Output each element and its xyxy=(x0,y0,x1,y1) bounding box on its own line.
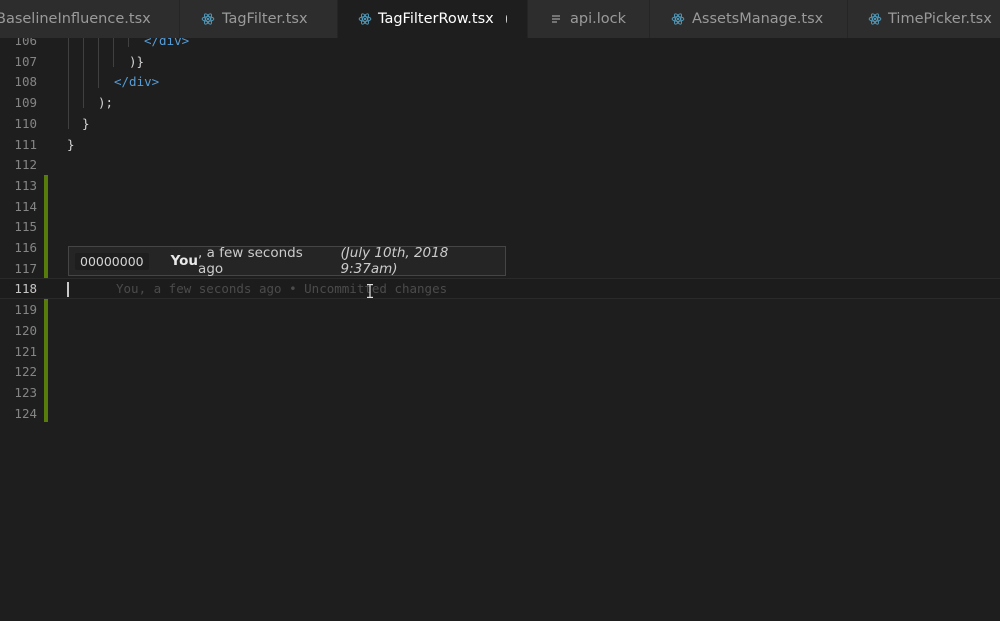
tab-assetsmanage[interactable]: AssetsManage.tsx xyxy=(650,0,848,38)
line-number: 121 xyxy=(14,343,37,359)
commit-date: (July 10th, 2018 9:37am) xyxy=(340,245,449,277)
code-line[interactable]: 108 </div> xyxy=(0,72,1000,93)
commit-relative-time: , a few seconds ago xyxy=(198,245,303,277)
code-line[interactable]: 111 } xyxy=(0,135,1000,156)
line-number: 106 xyxy=(14,38,37,48)
code-line[interactable]: 121 xyxy=(0,342,1000,363)
line-number: 108 xyxy=(14,74,37,90)
line-number: 110 xyxy=(14,115,37,131)
line-number: 114 xyxy=(14,198,37,214)
line-number: 113 xyxy=(14,177,37,193)
tab-bar: BaselineInfluence.tsx TagFilter.tsx TagF… xyxy=(0,0,1000,39)
code-text: ); xyxy=(98,95,114,111)
tab-label: TimePicker.tsx xyxy=(888,11,992,27)
code-line[interactable]: 123 xyxy=(0,383,1000,404)
file-lines-icon xyxy=(548,11,564,27)
code-line[interactable]: 112 xyxy=(0,155,1000,176)
code-text: </div> xyxy=(144,38,190,48)
line-number: 116 xyxy=(14,240,37,255)
unsaved-dot-icon[interactable] xyxy=(505,15,507,23)
text-cursor xyxy=(67,282,69,298)
line-number: 120 xyxy=(14,322,37,338)
tab-label: AssetsManage.tsx xyxy=(692,11,824,27)
line-number: 122 xyxy=(14,364,37,380)
tab-label: TagFilterRow.tsx xyxy=(378,11,494,27)
line-number: 117 xyxy=(14,260,37,276)
blame-hover-tooltip: 00000000 You , a few seconds ago (July 1… xyxy=(68,245,506,277)
code-text: </div> xyxy=(114,74,160,90)
line-number: 124 xyxy=(14,405,37,421)
line-number: 115 xyxy=(14,219,37,235)
code-line[interactable]: 122 xyxy=(0,362,1000,383)
tab-label: BaselineInfluence.tsx xyxy=(0,11,151,27)
code-line[interactable]: 107 )} xyxy=(0,52,1000,73)
line-number: 123 xyxy=(14,384,37,400)
react-icon xyxy=(358,11,372,27)
code-line-current[interactable]: 118 You, a few seconds ago • Uncommitted… xyxy=(0,278,1000,300)
code-line[interactable]: 114 xyxy=(0,197,1000,218)
code-text: )} xyxy=(129,53,145,69)
code-line[interactable]: 110 } xyxy=(0,114,1000,135)
line-number: 119 xyxy=(14,302,37,318)
code-line[interactable]: 113 xyxy=(0,176,1000,197)
code-line[interactable]: 115 xyxy=(0,217,1000,238)
tab-api-lock[interactable]: api.lock xyxy=(528,0,650,38)
line-number: 118 xyxy=(14,281,37,297)
code-line[interactable]: 124 xyxy=(0,404,1000,425)
code-line[interactable]: 106 </div> xyxy=(0,38,1000,52)
text-ibeam-cursor-icon xyxy=(367,284,373,298)
tab-label: TagFilter.tsx xyxy=(222,11,308,27)
code-line[interactable]: 120 xyxy=(0,321,1000,342)
tab-timepicker[interactable]: TimePicker.tsx xyxy=(848,0,1000,38)
code-text: } xyxy=(67,136,75,152)
commit-sha[interactable]: 00000000 xyxy=(75,252,149,270)
line-number: 111 xyxy=(14,136,37,152)
tab-tagfilter[interactable]: TagFilter.tsx xyxy=(180,0,338,38)
react-icon xyxy=(670,11,686,27)
react-icon xyxy=(200,11,216,27)
tab-tagfilterrow[interactable]: TagFilterRow.tsx xyxy=(338,0,528,38)
tab-label: api.lock xyxy=(570,11,626,27)
inline-blame-annotation[interactable]: You, a few seconds ago • Uncommitted cha… xyxy=(116,279,447,300)
commit-author: You xyxy=(170,253,199,269)
code-editor[interactable]: 106 </div> 107 )} 108 </div> 109 ); 110 … xyxy=(0,38,1000,621)
code-line[interactable]: 119 xyxy=(0,300,1000,321)
react-icon xyxy=(868,11,882,27)
tab-baselineinfluence[interactable]: BaselineInfluence.tsx xyxy=(0,0,180,38)
code-text: } xyxy=(82,115,90,131)
line-number: 112 xyxy=(14,157,37,173)
line-number: 109 xyxy=(14,95,37,111)
code-line[interactable]: 109 ); xyxy=(0,93,1000,114)
line-number: 107 xyxy=(14,53,37,69)
